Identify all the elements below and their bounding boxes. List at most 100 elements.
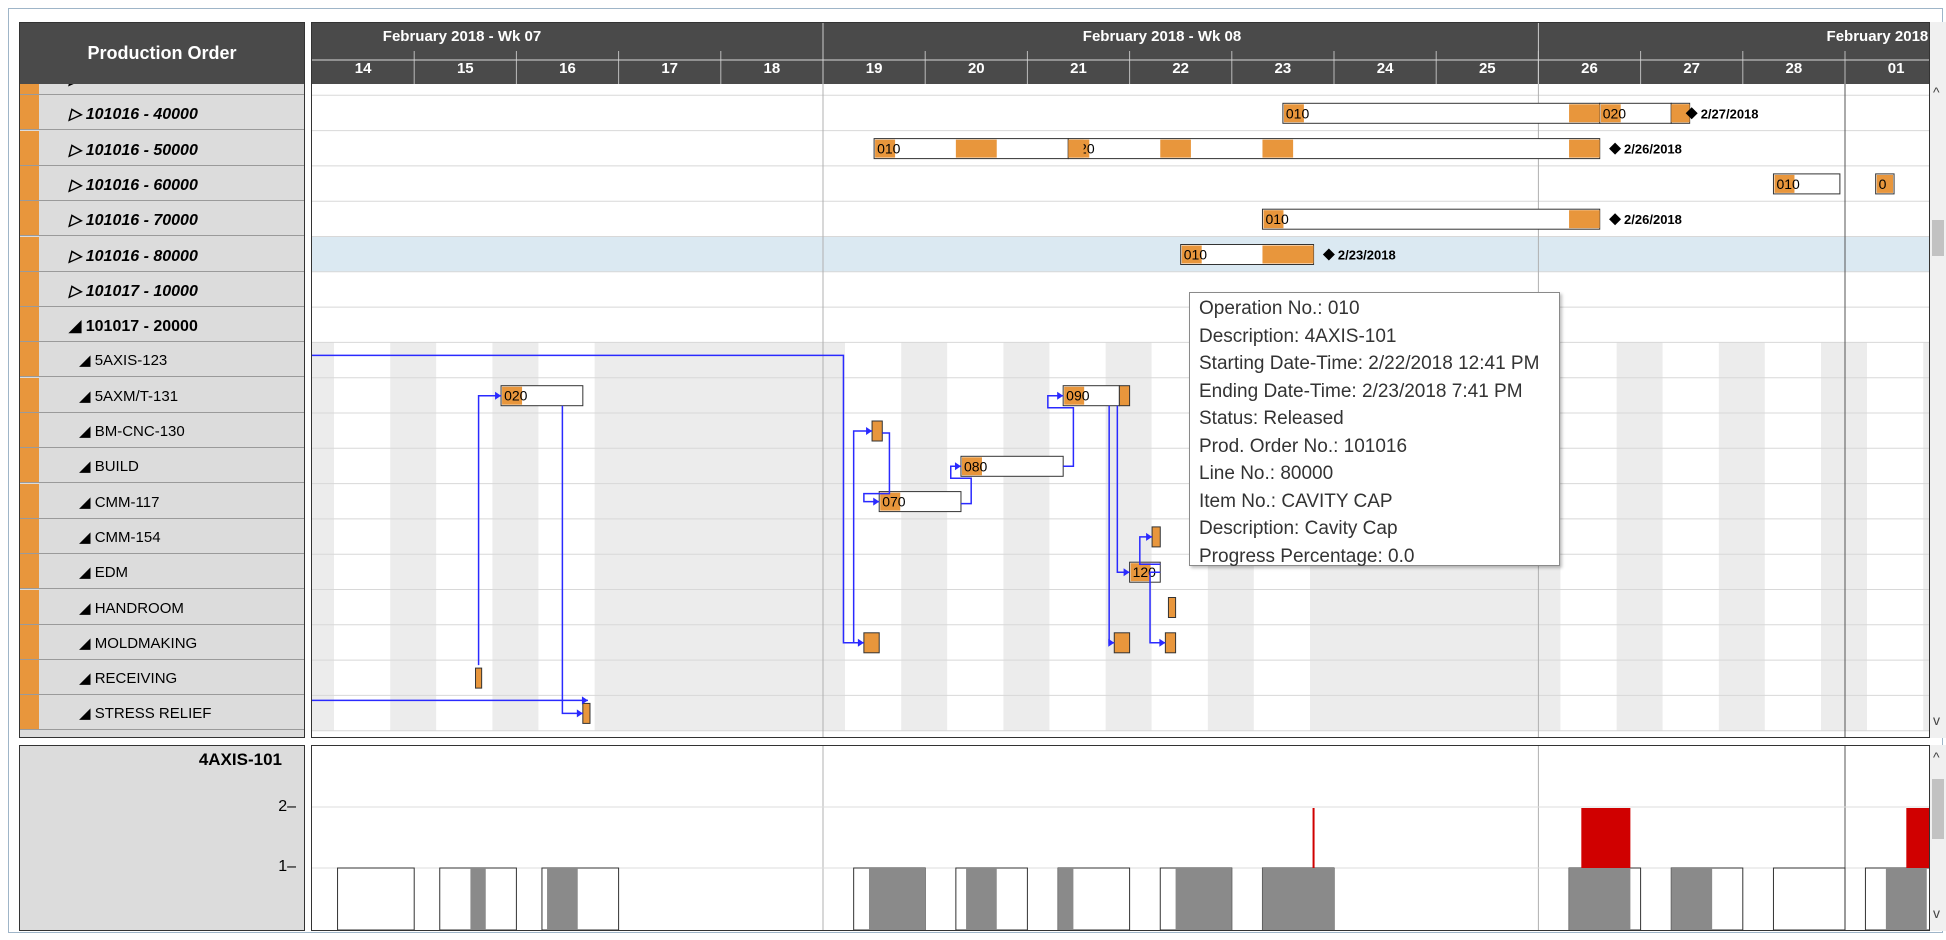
operation-bar (1261, 208, 1601, 230)
load-scrollbar[interactable]: ^ v (1930, 745, 1946, 931)
row-status-stripe (20, 271, 39, 306)
working-time (436, 448, 493, 484)
load-scroll-thumb[interactable] (1932, 779, 1944, 839)
day-label: 18 (764, 60, 781, 77)
row-label: ◢ 101017 - 20000 (69, 318, 198, 336)
row-status-stripe (20, 483, 39, 518)
work-center-row[interactable]: ◢ 5AXM/T-131 (20, 377, 304, 413)
order-row[interactable]: ▷ 101017 - 10000 (20, 271, 304, 307)
order-row[interactable]: ▷ 101016 - 50000 (20, 130, 304, 166)
tooltip-line: Ending Date-Time: 2/23/2018 7:41 PM (1199, 380, 1523, 402)
working-time (538, 413, 595, 449)
working-time (1560, 695, 1617, 731)
order-row[interactable]: ▷ 101016 - 70000 (20, 201, 304, 237)
working-time (1049, 660, 1106, 696)
working-time (845, 660, 902, 696)
row-label: ◢ BM-CNC-130 (79, 423, 185, 440)
operation-label: 0 (1879, 176, 1887, 192)
row-status-stripe (20, 518, 39, 553)
operation-bar (871, 420, 883, 442)
vertical-scrollbar[interactable]: ^ v (1930, 22, 1946, 738)
working-time (947, 589, 1004, 625)
work-center-row[interactable]: ◢ STRESS RELIEF (20, 695, 304, 731)
operation-segment (1569, 104, 1600, 123)
order-row[interactable]: ▷ 101016 - 80000 (20, 236, 304, 272)
working-time (1253, 660, 1311, 696)
order-row[interactable]: ▷ 101016 - 60000 (20, 165, 304, 201)
operation-label: 080 (964, 458, 988, 474)
work-center-row[interactable]: ◢ 5AXIS-123 (20, 342, 304, 378)
working-time (436, 554, 493, 590)
row-status-stripe (20, 413, 39, 447)
operation-segment (1262, 245, 1314, 264)
working-time (1560, 518, 1617, 555)
order-row[interactable]: ◢ 101017 - 20000 (20, 307, 304, 343)
work-center-row[interactable]: ◢ BM-CNC-130 (20, 413, 304, 448)
row-status-stripe (20, 84, 39, 94)
scroll-down-icon[interactable]: v (1933, 712, 1940, 728)
day-label: 20 (968, 60, 985, 77)
load-scroll-down-icon[interactable]: v (1933, 905, 1940, 921)
milestone-date: 2/27/2018 (1701, 106, 1759, 121)
scroll-thumb[interactable] (1932, 220, 1944, 256)
load-block (868, 868, 926, 930)
row-status-stripe (20, 130, 39, 165)
load-block (547, 868, 578, 930)
operation-bar (1167, 597, 1177, 618)
row-label: ◢ RECEIVING (79, 670, 178, 688)
working-time (1867, 518, 1924, 555)
load-scroll-up-icon[interactable]: ^ (1933, 749, 1940, 765)
working-time (1560, 448, 1617, 484)
working-time (1049, 624, 1106, 661)
working-time (1662, 413, 1719, 449)
working-time (436, 342, 493, 378)
order-row[interactable]: ▷ 101016 - 30000 (20, 84, 304, 95)
row-label: ◢ BUILD (79, 458, 139, 476)
overload-block (1906, 808, 1929, 868)
work-center-row[interactable]: ◢ RECEIVING (20, 660, 304, 696)
work-center-row[interactable]: ◢ MOLDMAKING (20, 624, 304, 660)
y-tick-2: 2– (278, 798, 296, 815)
working-time (1560, 483, 1617, 519)
row-status-stripe (20, 307, 39, 342)
load-block (966, 868, 997, 930)
working-time (1764, 342, 1822, 378)
working-time (1151, 660, 1208, 696)
working-time (947, 413, 1004, 449)
tooltip-line: Line No.: 80000 (1199, 463, 1334, 484)
working-time (1662, 624, 1719, 661)
working-time (334, 413, 391, 449)
working-time (538, 589, 595, 625)
working-time (845, 342, 902, 378)
working-time (845, 377, 902, 413)
order-row[interactable]: ▷ 101016 - 40000 (20, 95, 304, 131)
operation-bar (582, 702, 591, 724)
milestone-date: 2/26/2018 (1624, 212, 1682, 227)
row-status-stripe (20, 589, 39, 624)
working-time (947, 624, 1004, 661)
working-time (1867, 660, 1924, 696)
working-time (1151, 695, 1208, 731)
scroll-up-icon[interactable]: ^ (1933, 84, 1940, 100)
operation-bar (1118, 385, 1131, 407)
work-center-row[interactable]: ◢ HANDROOM (20, 589, 304, 625)
working-time (1560, 660, 1617, 696)
working-time (538, 624, 595, 661)
milestone-icon (1609, 142, 1622, 155)
row-status-stripe (20, 201, 39, 236)
work-center-row[interactable]: ◢ CMM-117 (20, 483, 304, 519)
capacity-block (337, 867, 415, 930)
milestone-icon (1609, 213, 1622, 226)
row-status-stripe (20, 165, 39, 200)
work-center-row[interactable]: ◢ CMM-154 (20, 518, 304, 554)
gantt-svg: February 2018 - Wk 07 February 2018 - Wk … (312, 23, 1929, 737)
left-panel-header[interactable]: Production Order (20, 23, 304, 84)
working-time (1867, 624, 1924, 661)
row-status-stripe (20, 236, 39, 271)
day-label: 17 (661, 60, 678, 77)
operation-segment (955, 139, 997, 158)
working-time (947, 695, 1004, 731)
work-center-row[interactable]: ◢ BUILD (20, 448, 304, 484)
working-time (1867, 413, 1924, 449)
work-center-row[interactable]: ◢ EDM (20, 554, 304, 590)
